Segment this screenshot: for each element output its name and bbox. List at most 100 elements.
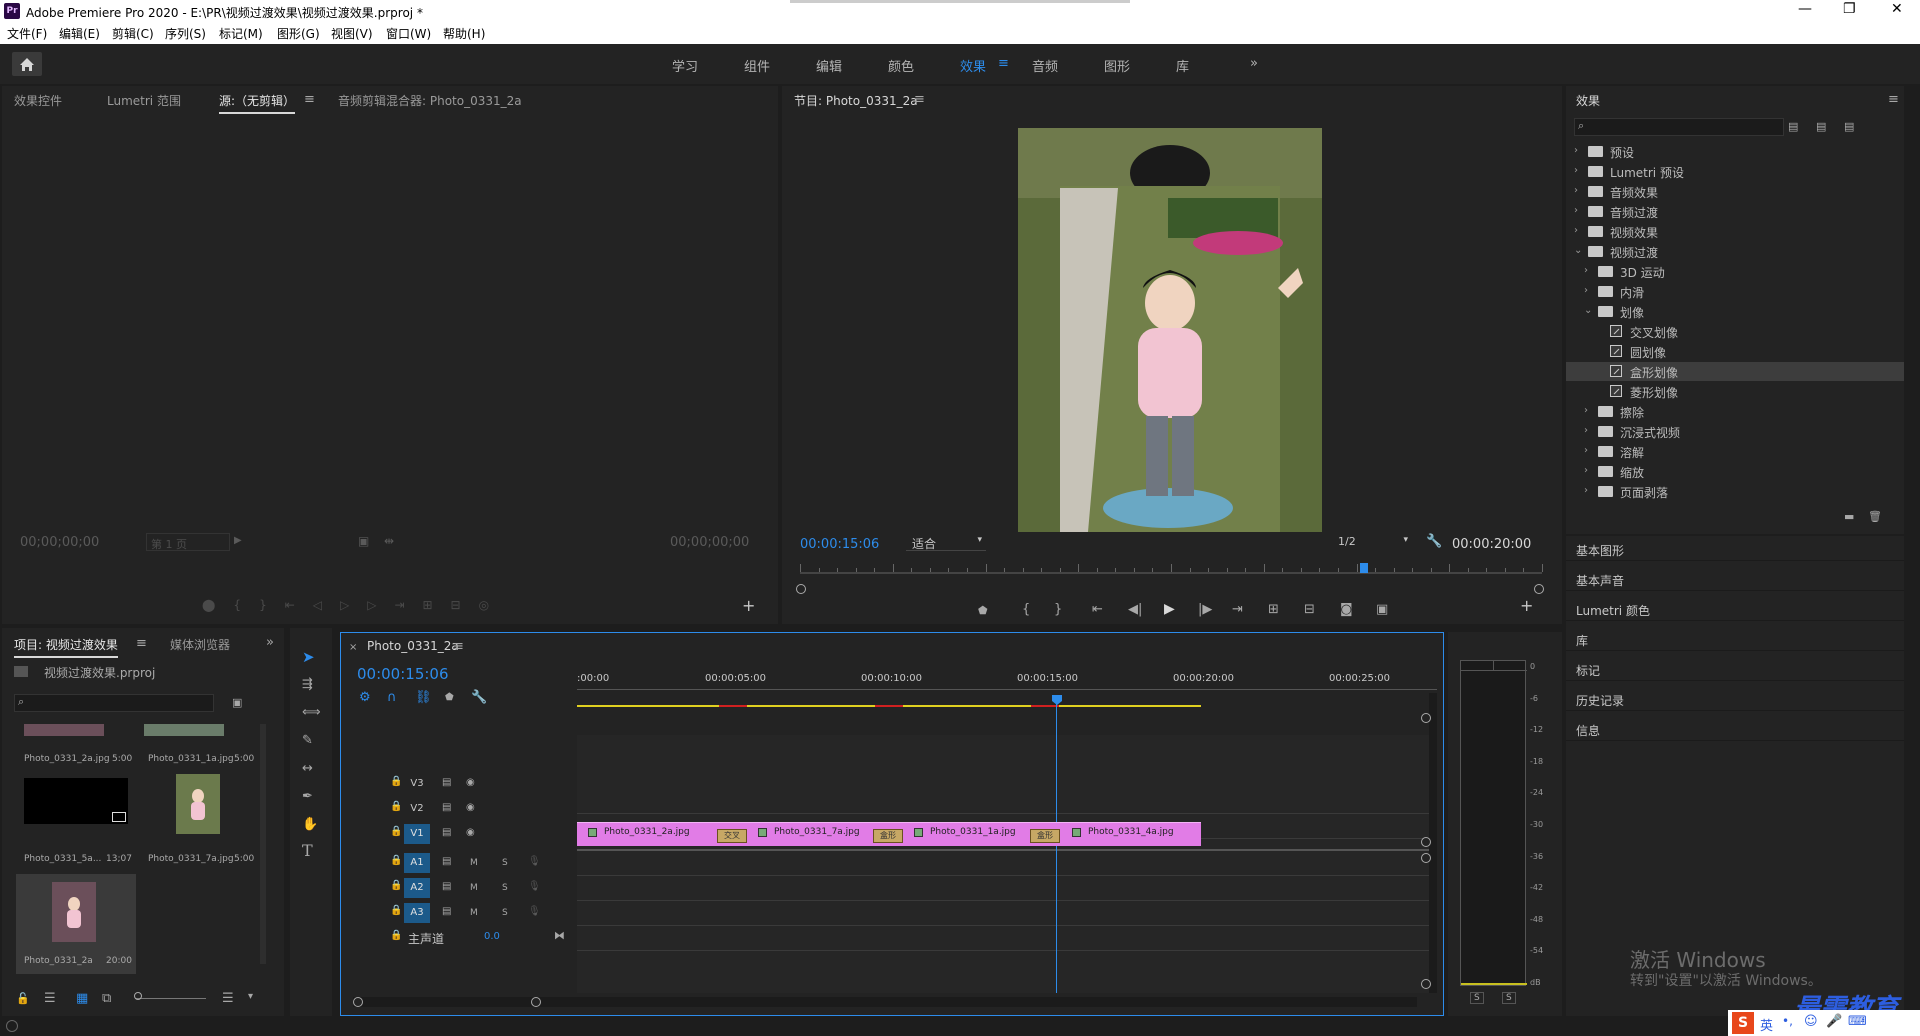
mute-button[interactable]: M — [470, 856, 478, 870]
minimize-icon[interactable]: — — [1798, 1, 1812, 17]
page-select[interactable]: 第 1 页 — [146, 533, 230, 551]
zoom-slider[interactable] — [136, 998, 206, 999]
workspace-libraries[interactable]: 库 — [1176, 56, 1189, 75]
thumbnail-image[interactable] — [24, 724, 104, 736]
menu-graphics[interactable]: 图形(G) — [277, 25, 320, 42]
track-label[interactable]: V1 — [404, 824, 430, 844]
effects-tree-item[interactable]: › 音频过渡 — [1566, 202, 1904, 221]
mic-icon[interactable]: 🎤 — [1826, 1014, 1842, 1029]
thumbnail-image[interactable] — [144, 724, 224, 736]
effects-tree-item[interactable]: › 音频效果 — [1566, 182, 1904, 201]
mic-icon[interactable]: 🎙 — [528, 880, 541, 894]
vscroll-handle[interactable] — [1421, 837, 1431, 847]
chevron-down-icon[interactable]: ▾ — [248, 990, 253, 1004]
effects-tree-item[interactable]: › 视频效果 — [1566, 222, 1904, 241]
sync-lock-icon[interactable]: ▤ — [442, 905, 451, 919]
sort-icon[interactable]: ☰ — [222, 992, 234, 1006]
menu-window[interactable]: 窗口(W) — [386, 25, 431, 42]
vscroll-handle-top[interactable] — [1421, 713, 1431, 723]
program-zoom-handle-right[interactable] — [1534, 584, 1544, 594]
project-menu-icon[interactable]: ≡ — [136, 637, 147, 651]
add-marker-icon[interactable]: ⬟ — [978, 604, 988, 618]
mic-icon[interactable]: 🎙 — [528, 905, 541, 919]
workspace-menu-icon[interactable]: ≡ — [998, 56, 1009, 71]
effects-tree-item[interactable]: 圆划像 — [1566, 342, 1904, 361]
ime-toolbar[interactable]: S 英 •, ☺ 🎤 ⌨ — [1728, 1010, 1920, 1036]
zoom-icon[interactable]: ▣ — [358, 534, 369, 548]
mark-out-icon[interactable]: } — [1054, 603, 1062, 617]
razor-tool-icon[interactable]: ✎ — [302, 734, 313, 748]
effects-tree-item[interactable]: ⌄ 划像 — [1566, 302, 1904, 321]
selection-tool-icon[interactable]: ➤ — [302, 650, 315, 665]
eye-icon[interactable]: ◉ — [466, 801, 475, 815]
chevron-right-icon[interactable]: › — [1574, 225, 1578, 236]
menu-marker[interactable]: 标记(M) — [219, 25, 263, 42]
project-scrollbar[interactable] — [260, 724, 266, 964]
workspace-effects[interactable]: 效果 — [960, 56, 986, 75]
snap-icon[interactable]: ∩ — [387, 691, 397, 705]
step-back-icon[interactable]: ◀| — [1128, 603, 1142, 617]
program-menu-icon[interactable]: ≡ — [914, 93, 925, 107]
pen-tool-icon[interactable]: ✒ — [302, 790, 313, 804]
settings-wrench-icon[interactable]: 🔧 — [1426, 534, 1442, 549]
workspace-audio[interactable]: 音频 — [1032, 56, 1058, 75]
lock-icon[interactable]: 🔒 — [390, 905, 402, 916]
workspace-editing[interactable]: 编辑 — [816, 56, 842, 75]
hscroll-handle-right[interactable] — [531, 997, 541, 1007]
fit-dropdown[interactable]: 适合 ▾ — [906, 533, 986, 551]
menu-edit[interactable]: 编辑(E) — [59, 25, 100, 42]
effects-tree-item[interactable]: › 预设 — [1566, 142, 1904, 161]
source-add-button[interactable]: + — [742, 596, 755, 615]
list-view-icon[interactable]: ☰ — [44, 992, 56, 1006]
chevron-right-icon[interactable]: › — [1584, 285, 1588, 296]
lock-icon[interactable]: 🔒 — [390, 880, 402, 891]
step-forward-icon[interactable]: |▶ — [1198, 603, 1212, 617]
track-label[interactable]: A1 — [404, 853, 430, 873]
timeline-menu-icon[interactable]: ≡ — [453, 640, 464, 654]
sogou-icon[interactable]: S — [1732, 1012, 1754, 1034]
sync-lock-icon[interactable]: ▤ — [442, 826, 451, 840]
new-bin-icon[interactable]: ▬ — [1844, 510, 1854, 524]
tab-effect-controls[interactable]: 效果控件 — [14, 92, 62, 109]
effects-tree-item[interactable]: ⌄ 视频过渡 — [1566, 242, 1904, 261]
chevron-down-icon[interactable]: ⌄ — [1584, 305, 1592, 316]
maximize-icon[interactable]: ❐ — [1843, 1, 1856, 17]
extract-icon[interactable]: ⊟ — [1304, 603, 1315, 617]
sync-lock-icon[interactable]: ▤ — [442, 801, 451, 815]
side-panel-item[interactable]: 基本图形 — [1576, 542, 1624, 559]
lock-icon[interactable]: 🔒 — [390, 855, 402, 866]
track-label[interactable]: A2 — [404, 878, 430, 898]
freeform-view-icon[interactable]: ⧉ — [102, 992, 111, 1006]
side-panel-item[interactable]: 标记 — [1576, 662, 1600, 679]
mark-in-icon[interactable]: { — [1022, 603, 1030, 617]
menu-clip[interactable]: 剪辑(C) — [112, 25, 154, 42]
lift-icon[interactable]: ⊞ — [1268, 603, 1279, 617]
timeline-ruler[interactable]: :00:00 00:00:05:00 00:00:10:00 00:00:15:… — [577, 663, 1437, 717]
nest-icon[interactable]: ⚙ — [359, 691, 371, 705]
menu-sequence[interactable]: 序列(S) — [165, 25, 206, 42]
mute-button[interactable]: M — [470, 906, 478, 920]
type-tool-icon[interactable]: T — [302, 843, 313, 859]
side-panel-item[interactable]: 基本声音 — [1576, 572, 1624, 589]
home-button[interactable] — [12, 52, 42, 76]
transition-cross-zoom[interactable]: 交叉 — [717, 829, 747, 843]
keyboard-icon[interactable]: ⌨ — [1848, 1014, 1867, 1029]
program-playhead[interactable] — [1359, 563, 1368, 573]
chevron-right-icon[interactable]: › — [1574, 185, 1578, 196]
tab-audio-mixer[interactable]: 音频剪辑混合器: Photo_0331_2a — [338, 92, 522, 109]
thumbnail-image[interactable] — [24, 778, 128, 824]
menu-file[interactable]: 文件(F) — [7, 25, 47, 42]
chevron-right-icon[interactable]: › — [1584, 425, 1588, 436]
chevron-right-icon[interactable]: › — [1584, 445, 1588, 456]
side-panel-item[interactable]: 信息 — [1576, 722, 1600, 739]
effects-menu-icon[interactable]: ≡ — [1888, 93, 1899, 107]
close-icon[interactable]: ✕ — [1891, 1, 1903, 17]
add-marker-icon[interactable]: ⬟ — [445, 691, 454, 705]
punctuation-icon[interactable]: •, — [1782, 1014, 1793, 1028]
effects-tree-item[interactable]: › 3D 运动 — [1566, 262, 1904, 281]
fit-icon[interactable]: ⇹ — [384, 534, 394, 548]
track-select-tool-icon[interactable]: ⇶ — [302, 678, 313, 692]
more-tabs-icon[interactable]: » — [266, 636, 274, 650]
mic-icon[interactable]: 🎙 — [528, 855, 541, 869]
source-menu-icon[interactable]: ≡ — [304, 93, 315, 107]
